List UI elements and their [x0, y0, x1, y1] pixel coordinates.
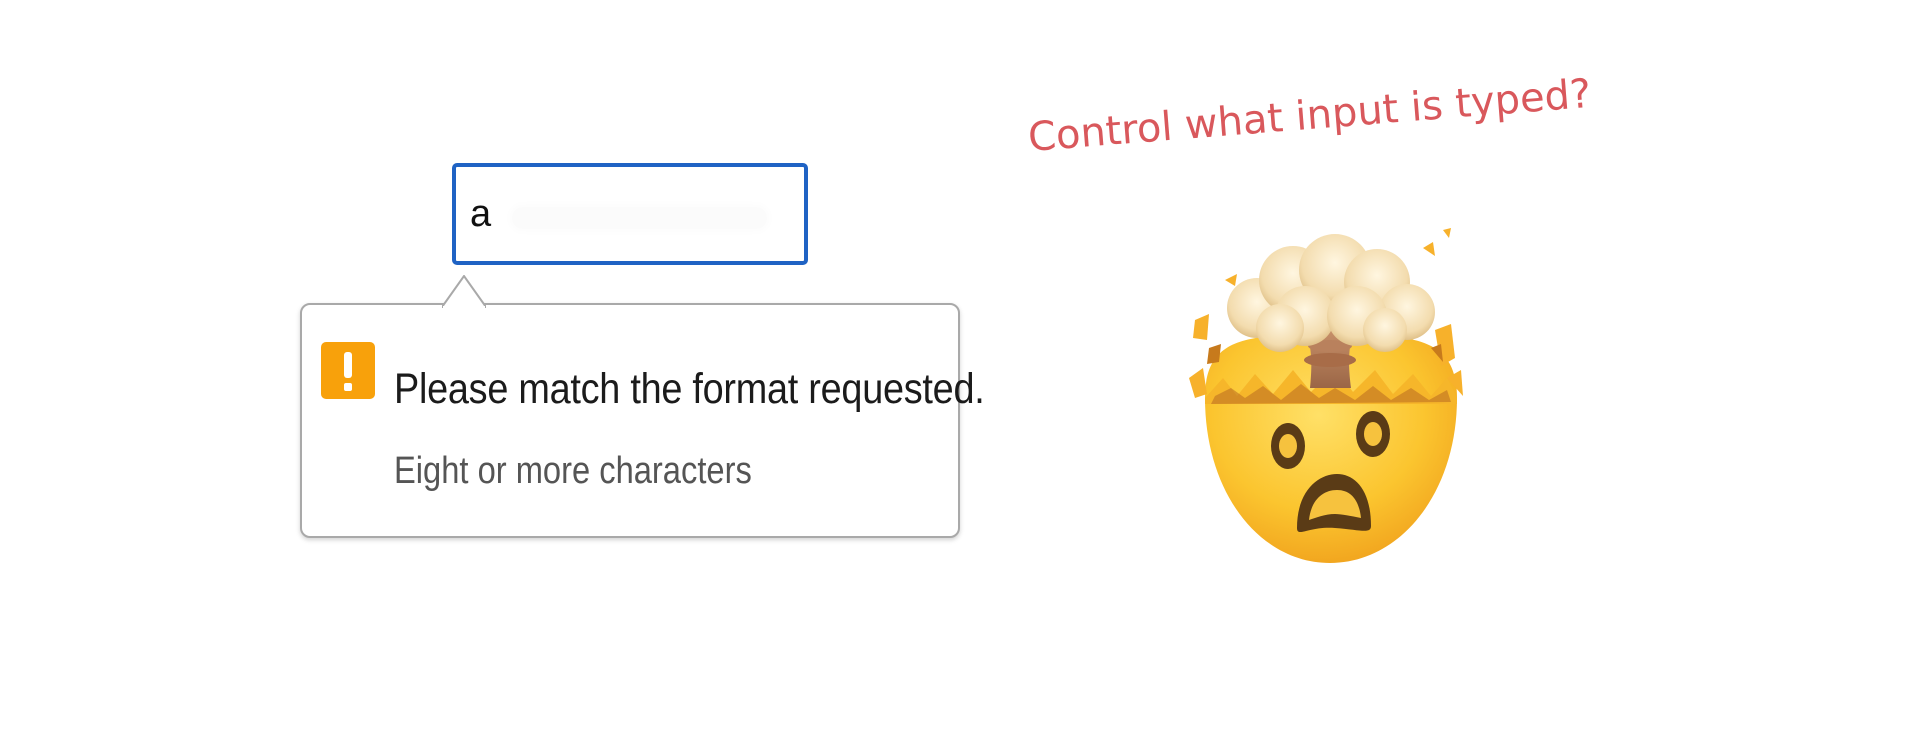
validation-message: Please match the format requested.	[394, 365, 985, 413]
redacted-input-text	[512, 207, 767, 229]
exclamation-warning-icon	[321, 342, 375, 399]
password-input[interactable]: a	[452, 163, 808, 265]
input-value: a	[470, 193, 492, 235]
exploding-head-emoji-icon	[1185, 228, 1475, 573]
slide-canvas: a Please match the format requested. Eig…	[0, 0, 1920, 750]
validation-tooltip: Please match the format requested. Eight…	[300, 275, 985, 538]
validation-hint: Eight or more characters	[394, 450, 752, 492]
caption-text: Control what input is typed?	[1026, 70, 1593, 161]
